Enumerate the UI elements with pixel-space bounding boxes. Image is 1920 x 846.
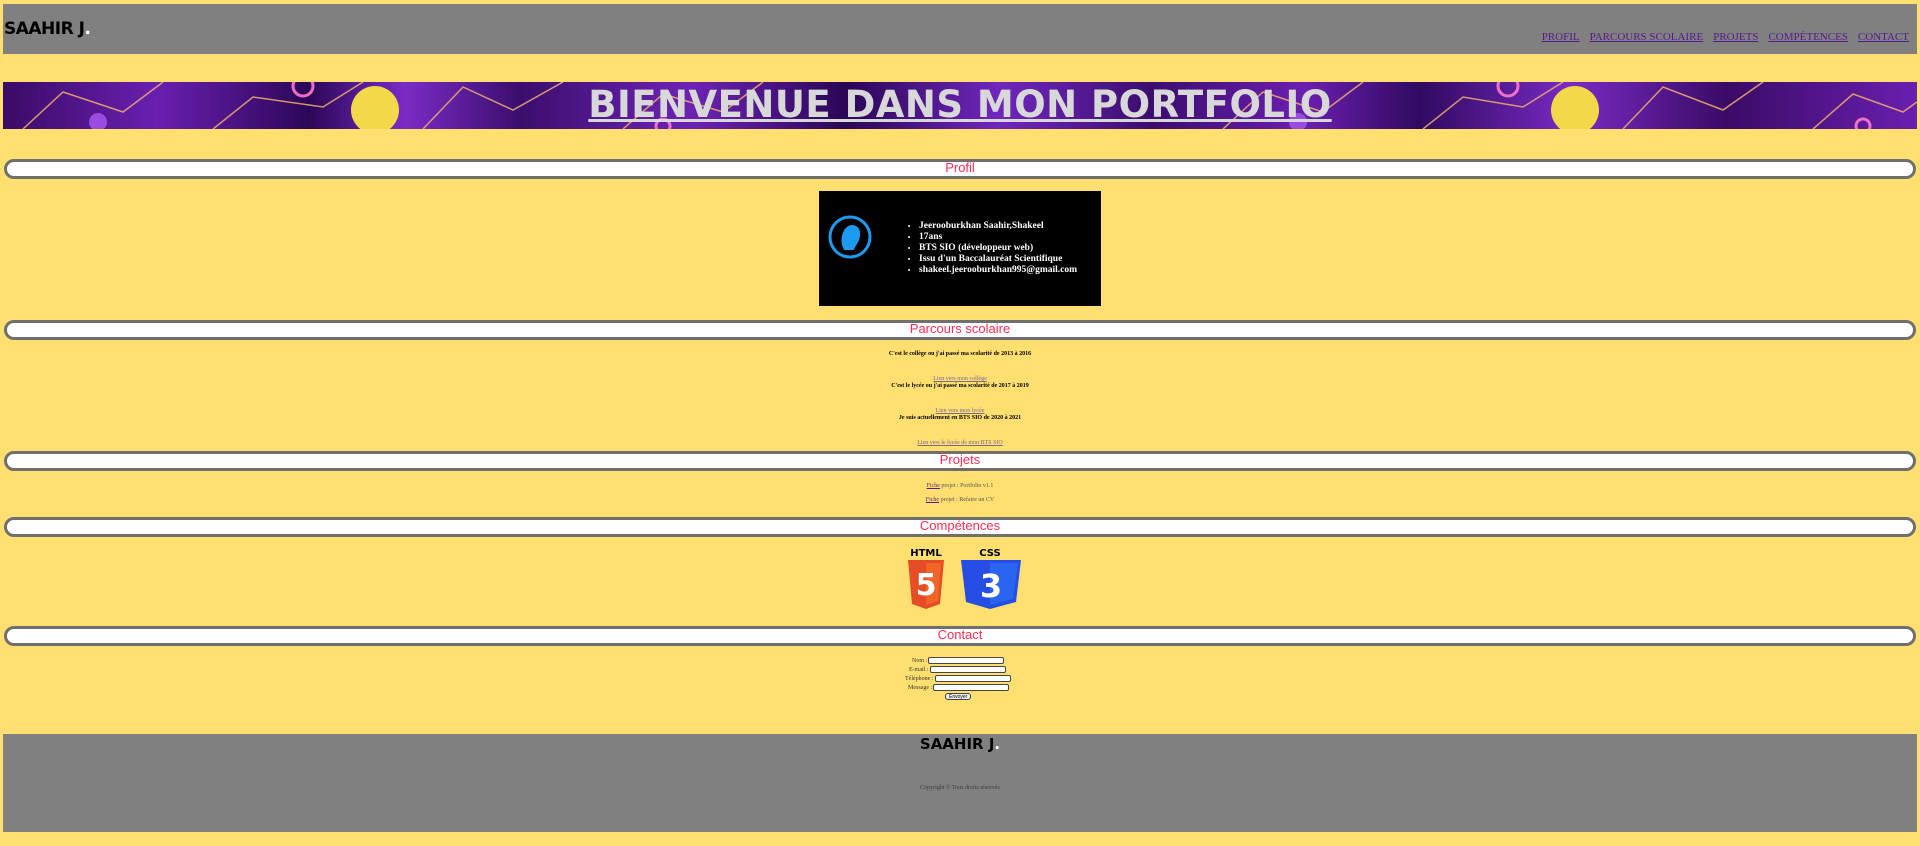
project-item: Fiche projet : Refaire un CV — [0, 497, 1920, 503]
logo-dot: . — [84, 19, 91, 39]
css3-logo-icon: CSS 3 — [961, 548, 1021, 609]
profile-age: 17ans — [919, 232, 1077, 243]
html5-logo-icon: HTML 5 — [908, 548, 944, 609]
submit-button[interactable]: Envoyer — [945, 693, 972, 700]
profile-card: Jeerooburkhan Saahir,Shakeel 17ans BTS S… — [819, 191, 1101, 306]
email-label: E-mail : — [909, 666, 929, 673]
nav-link-competences[interactable]: COMPÉTENCES — [1768, 31, 1847, 43]
html5-number: 5 — [916, 568, 937, 603]
footer-logo: SAAHIR J. — [3, 735, 1917, 753]
name-label: Nom : — [912, 657, 928, 664]
profile-study: BTS SIO (développeur web) — [919, 243, 1077, 254]
bts-text: Je suis actuellement en BTS SIO de 2020 … — [898, 415, 1022, 421]
copyright-text: Copyright © Tous droits réservés — [920, 785, 1000, 791]
profile-name: Jeerooburkhan Saahir,Shakeel — [919, 221, 1077, 232]
section-title-contact: Contact — [4, 626, 1916, 646]
nav-link-projets[interactable]: PROJETS — [1713, 31, 1758, 43]
skills-svg: HTML 5 CSS 3 — [908, 548, 1021, 609]
phone-input[interactable] — [934, 675, 1011, 682]
email-input[interactable] — [929, 666, 1006, 673]
profile-email: shakeel.jeerooburkhan995@gmail.com — [919, 265, 1077, 276]
profile-diploma: Issu d'un Baccalauréat Scientifique — [919, 254, 1077, 265]
section-title-competences: Compétences — [4, 517, 1916, 537]
lycee-text: C'est le lycée ou j'ai passé ma scolarit… — [891, 383, 1029, 389]
message-label: Message : — [908, 684, 933, 691]
html5-label: HTML — [910, 548, 942, 559]
section-title-contact-text: Contact — [937, 627, 983, 642]
section-title-projets: Projets — [4, 451, 1916, 471]
section-title-projets-text: Projets — [939, 452, 981, 467]
college-text: C'est le collège ou j'ai passé ma scolar… — [888, 351, 1032, 357]
nav-link-parcours[interactable]: PARCOURS SCOLAIRE — [1590, 31, 1704, 43]
project-link-portfolio[interactable]: Fiche — [927, 483, 940, 489]
project-link-cv[interactable]: Fiche — [926, 497, 939, 503]
phone-label: Téléphone : — [905, 675, 934, 682]
form-row-phone: Téléphone : — [905, 674, 1029, 683]
form-row-email: E-mail : — [909, 665, 1029, 674]
nav-link-profil[interactable]: PROFIL — [1542, 31, 1580, 43]
welcome-banner: BIENVENUE DANS MON PORTFOLIO — [3, 82, 1917, 129]
section-title-profil-text: Profil — [945, 160, 975, 175]
footer-logo-dot: . — [994, 735, 1001, 753]
form-row-message: Message : — [908, 683, 1029, 692]
logo-text: SAAHIR J — [4, 19, 85, 39]
lycee-link[interactable]: Lien vers mon lycée — [936, 408, 985, 414]
section-title-profil: Profil — [4, 159, 1916, 179]
css3-number: 3 — [980, 567, 1002, 605]
site-footer: SAAHIR J. Copyright © Tous droits réserv… — [3, 734, 1917, 832]
footer-logo-text: SAAHIR J — [919, 735, 995, 753]
contact-form: Nom : E-mail : Téléphone : Message : Env… — [899, 656, 1029, 700]
profile-info-list: Jeerooburkhan Saahir,Shakeel 17ans BTS S… — [919, 221, 1077, 276]
section-title-parcours-text: Parcours scolaire — [909, 321, 1011, 336]
project-item: Fiche projet : Portfolio v1.1 — [0, 483, 1920, 489]
main-nav: PROFIL PARCOURS SCOLAIRE PROJETS COMPÉTE… — [1542, 31, 1909, 43]
banner-title: BIENVENUE DANS MON PORTFOLIO — [588, 83, 1332, 126]
section-title-parcours: Parcours scolaire — [4, 320, 1916, 340]
college-link[interactable]: Lien vers mon collège — [933, 376, 986, 382]
name-input[interactable] — [928, 657, 1005, 664]
site-header: SAAHIR J. PROFIL PARCOURS SCOLAIRE PROJE… — [3, 4, 1917, 54]
skills-logos: HTML 5 CSS 3 — [904, 546, 1024, 617]
bts-link-wrap: Lien vers le lycée de mon BTS SIO — [0, 431, 1920, 449]
form-row-name: Nom : — [912, 656, 1029, 665]
project-desc-cv: projet : Refaire un CV — [940, 497, 995, 503]
message-input[interactable] — [933, 684, 1010, 691]
site-logo[interactable]: SAAHIR J. — [4, 19, 91, 39]
css3-label: CSS — [979, 548, 1000, 559]
bts-link[interactable]: Lien vers le lycée de mon BTS SIO — [917, 440, 1002, 446]
project-desc-portfolio: projet : Portfolio v1.1 — [941, 483, 994, 489]
avatar-icon — [828, 215, 872, 259]
section-title-competences-text: Compétences — [919, 518, 1001, 533]
nav-link-contact[interactable]: CONTACT — [1858, 31, 1909, 43]
